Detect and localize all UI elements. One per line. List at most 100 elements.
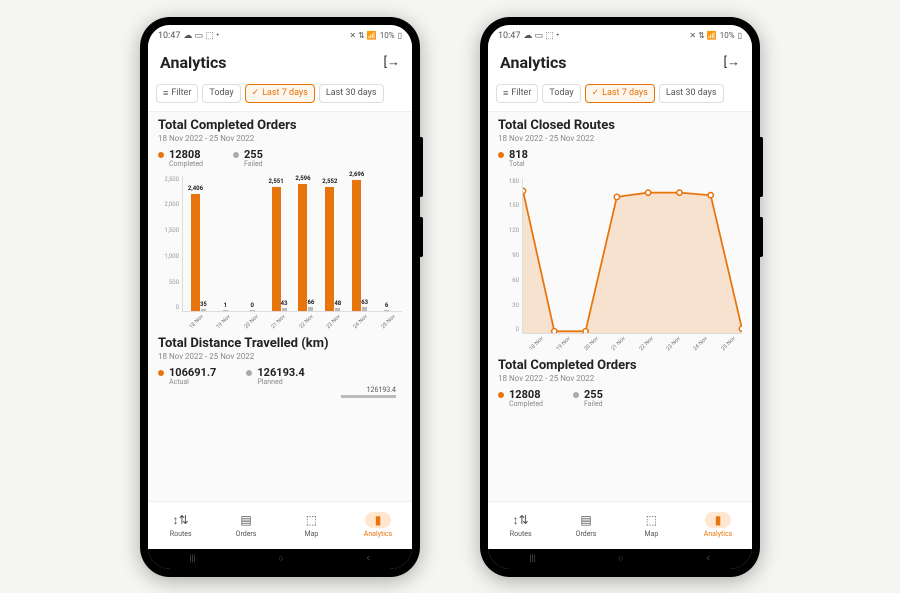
map-icon: ⬚ <box>298 512 324 528</box>
legend-failed: 255 Failed <box>233 149 263 168</box>
filter-button[interactable]: ≡ Filter <box>496 84 538 103</box>
bottom-nav: ↕⇅ Routes ▤ Orders ⬚ Map ▮ Analytics <box>148 501 412 549</box>
completed-value2: 12808 <box>509 389 543 400</box>
nav-orders[interactable]: ▤ Orders <box>233 512 259 538</box>
dot-icon-orange <box>498 392 504 398</box>
check-icon: ✓ <box>252 88 260 98</box>
filter-row: ≡ Filter Today ✓ Last 7 days Last 30 day… <box>148 80 412 112</box>
legend-completed2: 12808 Completed <box>498 389 543 408</box>
nav-orders-label: Orders <box>236 530 257 538</box>
routes-icon: ↕⇅ <box>508 512 534 528</box>
completed-label2: Completed <box>509 400 543 408</box>
chip-today[interactable]: Today <box>542 84 580 103</box>
nav-map[interactable]: ⬚ Map <box>638 512 664 538</box>
logout-icon[interactable]: [→ <box>384 54 400 70</box>
map-icon: ⬚ <box>638 512 664 528</box>
logout-icon[interactable]: [→ <box>724 54 740 70</box>
analytics-icon: ▮ <box>365 512 391 528</box>
nav-map-label: Map <box>644 530 658 538</box>
nav-orders-label: Orders <box>576 530 597 538</box>
status-bar: 10:47 ☁ ▭ ⬚ • ✕ ⇅ 📶 10% ▯ <box>488 25 752 47</box>
area-chart-routes: 1801501209060300 18 Nov19 Nov20 Nov21 No… <box>498 178 742 348</box>
total-label: Total <box>509 160 528 168</box>
failed-label2: Failed <box>584 400 603 408</box>
status-bar: 10:47 ☁ ▭ ⬚ • ✕ ⇅ 📶 10% ▯ <box>148 25 412 47</box>
page-title: Analytics <box>500 53 567 72</box>
dot-icon-grey <box>246 370 252 376</box>
status-time: 10:47 <box>498 31 520 41</box>
nav-routes[interactable]: ↕⇅ Routes <box>508 512 534 538</box>
completed-value: 12808 <box>169 149 203 160</box>
section-date-routes: 18 Nov 2022 - 25 Nov 2022 <box>498 134 742 143</box>
filter-button[interactable]: ≡ Filter <box>156 84 198 103</box>
back-icon[interactable]: < <box>707 554 710 564</box>
section-title-routes: Total Closed Routes <box>498 118 742 133</box>
section-title-orders: Total Completed Orders <box>158 118 402 133</box>
status-icons-left: ☁ ▭ ⬚ • <box>523 31 559 41</box>
dot-icon-orange <box>158 370 164 376</box>
status-battery-text: 10% <box>380 31 395 40</box>
legend-completed: 12808 Completed <box>158 149 203 168</box>
status-icons-right: ✕ ⇅ 📶 <box>349 31 376 40</box>
check-icon: ✓ <box>592 88 600 98</box>
legend-total: 818 Total <box>498 149 528 168</box>
nav-map-label: Map <box>304 530 318 538</box>
completed-label: Completed <box>169 160 203 168</box>
planned-inline-label: 126193.4 <box>158 386 402 394</box>
chip-last30[interactable]: Last 30 days <box>319 84 384 103</box>
phone-frame-2: 10:47 ☁ ▭ ⬚ • ✕ ⇅ 📶 10% ▯ Analytics [→ ≡… <box>480 17 760 577</box>
planned-label: Planned <box>257 378 304 386</box>
nav-orders[interactable]: ▤ Orders <box>573 512 599 538</box>
bottom-nav: ↕⇅ Routes ▤ Orders ⬚ Map ▮ Analytics <box>488 501 752 549</box>
analytics-icon: ▮ <box>705 512 731 528</box>
status-battery-text: 10% <box>720 31 735 40</box>
actual-label: Actual <box>169 378 216 386</box>
planned-value: 126193.4 <box>257 367 304 378</box>
nav-routes-label: Routes <box>170 530 192 538</box>
actual-value: 106691.7 <box>169 367 216 378</box>
filter-label: Filter <box>171 88 191 98</box>
legend-actual: 106691.7 Actual <box>158 367 216 386</box>
orders-icon: ▤ <box>233 512 259 528</box>
battery-icon: ▯ <box>738 31 742 40</box>
home-icon[interactable]: ○ <box>618 553 623 564</box>
filter-row: ≡ Filter Today ✓ Last 7 days Last 30 day… <box>488 80 752 112</box>
status-time: 10:47 <box>158 31 180 41</box>
chip-last7[interactable]: ✓ Last 7 days <box>585 84 655 103</box>
legend-failed2: 255 Failed <box>573 389 603 408</box>
bar-chart-orders: 2,5002,0001,5001,0005000 2,40635102,5514… <box>158 176 402 326</box>
chip-last30[interactable]: Last 30 days <box>659 84 724 103</box>
recent-apps-icon[interactable]: ||| <box>189 554 196 564</box>
nav-analytics-label: Analytics <box>704 530 733 538</box>
chip-last7-label: Last 7 days <box>602 88 648 98</box>
nav-analytics[interactable]: ▮ Analytics <box>364 512 393 538</box>
dot-icon-orange <box>158 152 164 158</box>
chip-today[interactable]: Today <box>202 84 240 103</box>
battery-icon: ▯ <box>398 31 402 40</box>
android-softkeys: ||| ○ < <box>148 549 412 569</box>
status-icons-right: ✕ ⇅ 📶 <box>689 31 716 40</box>
recent-apps-icon[interactable]: ||| <box>529 554 536 564</box>
routes-icon: ↕⇅ <box>168 512 194 528</box>
section-date-distance: 18 Nov 2022 - 25 Nov 2022 <box>158 352 402 361</box>
chip-last7[interactable]: ✓ Last 7 days <box>245 84 315 103</box>
filter-icon: ≡ <box>163 88 168 99</box>
status-icons-left: ☁ ▭ ⬚ • <box>183 31 219 41</box>
back-icon[interactable]: < <box>367 554 370 564</box>
filter-icon: ≡ <box>503 88 508 99</box>
section-date-orders: 18 Nov 2022 - 25 Nov 2022 <box>158 134 402 143</box>
nav-map[interactable]: ⬚ Map <box>298 512 324 538</box>
legend-planned: 126193.4 Planned <box>246 367 304 386</box>
nav-routes-label: Routes <box>510 530 532 538</box>
chip-last7-label: Last 7 days <box>262 88 308 98</box>
dot-icon-orange <box>498 152 504 158</box>
section-title-distance: Total Distance Travelled (km) <box>158 336 402 351</box>
dot-icon-grey <box>573 392 579 398</box>
dot-icon-grey <box>233 152 239 158</box>
phone-frame-1: 10:47 ☁ ▭ ⬚ • ✕ ⇅ 📶 10% ▯ Analytics [→ ≡… <box>140 17 420 577</box>
android-softkeys: ||| ○ < <box>488 549 752 569</box>
nav-routes[interactable]: ↕⇅ Routes <box>168 512 194 538</box>
home-icon[interactable]: ○ <box>278 553 283 564</box>
nav-analytics[interactable]: ▮ Analytics <box>704 512 733 538</box>
failed-label: Failed <box>244 160 263 168</box>
